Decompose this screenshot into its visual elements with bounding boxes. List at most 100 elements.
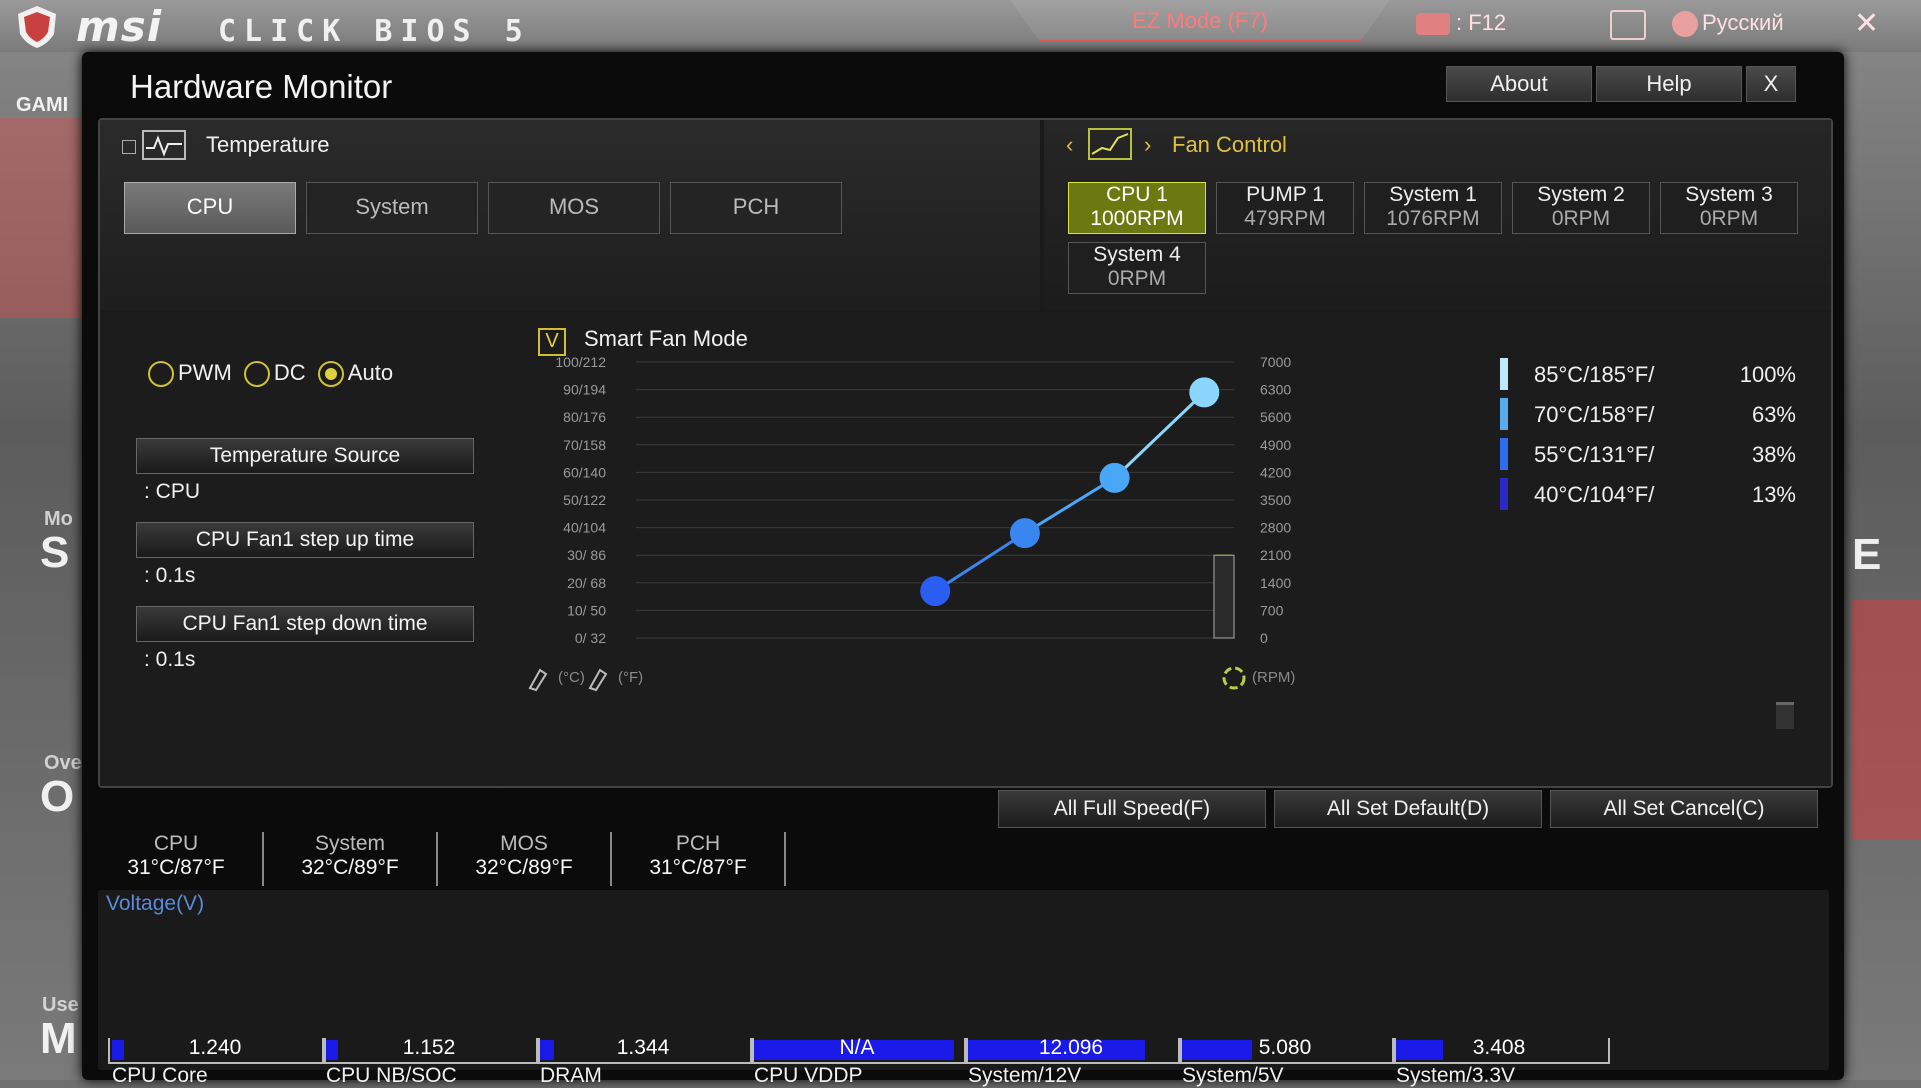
curve-point[interactable] bbox=[1009, 518, 1040, 549]
y-right-tick-label: 0 bbox=[1260, 630, 1268, 646]
language-button[interactable]: Русский bbox=[1672, 10, 1784, 38]
meter-name: CPU Core bbox=[112, 1064, 208, 1087]
fan-cpu1-button[interactable]: CPU 1 1000RPM bbox=[1068, 182, 1206, 234]
y-left-tick-label: 80/176 bbox=[563, 409, 606, 425]
y-right-tick-label: 1400 bbox=[1260, 575, 1291, 591]
fan-name: CPU 1 bbox=[1106, 183, 1168, 206]
temperature-label: Temperature bbox=[206, 132, 330, 157]
search-button[interactable] bbox=[1610, 10, 1646, 40]
voltage-panel: Voltage(V) 1.240 CPU Core 1.152 CPU NB/SOC… bbox=[98, 890, 1829, 1087]
temperature-source-button[interactable]: Temperature Source bbox=[136, 438, 474, 474]
y-left-tick-label: 0/ 32 bbox=[575, 630, 606, 646]
temp-summary-name: CPU bbox=[153, 832, 199, 855]
all-full-speed-button[interactable]: All Full Speed(F) bbox=[998, 790, 1266, 828]
rpm-level-frame bbox=[1213, 554, 1235, 639]
divider bbox=[262, 832, 264, 886]
bios-close-button[interactable]: ✕ bbox=[1854, 6, 1879, 41]
pwm-radio[interactable]: PWM bbox=[148, 360, 232, 388]
language-label: Русский bbox=[1702, 10, 1784, 35]
about-button[interactable]: About bbox=[1446, 66, 1592, 102]
help-button[interactable]: Help bbox=[1596, 66, 1742, 102]
thermometer-celsius-icon bbox=[528, 668, 548, 692]
screenshot-button[interactable]: : F12 bbox=[1416, 10, 1506, 36]
temp-summary-value: 32°C/89°F bbox=[475, 856, 573, 879]
globe-icon bbox=[1672, 11, 1698, 38]
fan-system4-button[interactable]: System 4 0RPM bbox=[1068, 242, 1206, 294]
monitor-panel: Temperature CPU System MOS PCH ‹ › Fan C… bbox=[98, 118, 1833, 788]
meter-value: 1.240 bbox=[188, 1036, 242, 1059]
dc-radio[interactable]: DC bbox=[243, 360, 306, 388]
msi-logo-text: msi bbox=[76, 2, 163, 51]
fan-system3-button[interactable]: System 3 0RPM bbox=[1660, 182, 1798, 234]
temp-summary-pch: PCH 31°C/87°F bbox=[613, 832, 783, 880]
curve-segment bbox=[1024, 476, 1116, 535]
fan-system1-button[interactable]: System 1 1076RPM bbox=[1364, 182, 1502, 234]
fan-rpm: 0RPM bbox=[1551, 207, 1611, 230]
legend-pct: 100% bbox=[1739, 362, 1796, 387]
ez-mode-button[interactable]: EZ Mode (F7) bbox=[1010, 0, 1390, 42]
chevron-left-icon[interactable]: ‹ bbox=[1066, 132, 1073, 158]
y-right-tick-label: 4900 bbox=[1260, 437, 1291, 453]
tab-cpu[interactable]: CPU bbox=[124, 182, 296, 234]
legend-temp: 85°C/185°F/ bbox=[1534, 362, 1655, 387]
legend-swatch bbox=[1500, 398, 1508, 430]
legend-row-55: 55°C/131°F/38% bbox=[1500, 438, 1796, 470]
auto-label: Auto bbox=[347, 360, 394, 385]
radio-circle bbox=[243, 361, 270, 388]
curve-point[interactable] bbox=[1189, 377, 1220, 408]
background-panel-left bbox=[0, 118, 82, 318]
legend-temp: 55°C/131°F/ bbox=[1534, 442, 1655, 467]
chevron-right-icon[interactable]: › bbox=[1144, 132, 1151, 158]
y-right-tick-label: 4200 bbox=[1260, 464, 1291, 480]
fan-system2-button[interactable]: System 2 0RPM bbox=[1512, 182, 1650, 234]
fan-pump1-button[interactable]: PUMP 1 479RPM bbox=[1216, 182, 1354, 234]
auto-radio[interactable]: Auto bbox=[317, 360, 394, 388]
legend-temp: 40°C/104°F/ bbox=[1534, 482, 1655, 507]
tab-mos[interactable]: MOS bbox=[488, 182, 660, 234]
step-up-time-button[interactable]: CPU Fan1 step up time bbox=[136, 522, 474, 558]
dc-label: DC bbox=[273, 360, 306, 385]
bios-name: CLICK BIOS 5 bbox=[218, 14, 531, 49]
legend-pct: 63% bbox=[1751, 402, 1796, 427]
temp-summary-value: 31°C/87°F bbox=[127, 856, 225, 879]
temperature-source-value: : CPU bbox=[144, 480, 201, 503]
step-down-time-button[interactable]: CPU Fan1 step down time bbox=[136, 606, 474, 642]
radio-circle-selected bbox=[317, 361, 344, 388]
y-left-tick-label: 10/ 50 bbox=[567, 602, 606, 618]
smart-fan-label: Smart Fan Mode bbox=[584, 326, 748, 351]
legend-swatch bbox=[1500, 358, 1508, 390]
temp-summary-system: System 32°C/89°F bbox=[265, 832, 435, 880]
bg-text-game: GAMI bbox=[16, 94, 69, 116]
temperature-graph-icon bbox=[142, 130, 186, 160]
all-set-default-button[interactable]: All Set Default(D) bbox=[1274, 790, 1542, 828]
msi-dragon-shield-icon bbox=[18, 6, 56, 48]
temp-summary-cpu: CPU 31°C/87°F bbox=[91, 832, 261, 880]
meter-name: System/12V bbox=[968, 1064, 1082, 1087]
y-left-tick-label: 70/158 bbox=[563, 437, 606, 453]
close-icon: ✕ bbox=[1854, 7, 1880, 40]
curve-point[interactable] bbox=[920, 576, 951, 607]
legend-temp: 70°C/158°F/ bbox=[1534, 402, 1655, 427]
temp-summary-value: 31°C/87°F bbox=[649, 856, 747, 879]
collapse-icon[interactable] bbox=[122, 140, 136, 154]
fahrenheit-unit-label: (°F) bbox=[618, 669, 643, 686]
y-right-tick-label: 2100 bbox=[1260, 547, 1291, 563]
tab-system[interactable]: System bbox=[306, 182, 478, 234]
fan-curve-chart[interactable]: 100/212 700090/194 630080/176 560070/158 490… bbox=[500, 352, 1500, 752]
close-button[interactable]: X bbox=[1746, 66, 1796, 102]
fan-rpm: 1000RPM bbox=[1090, 207, 1184, 230]
all-set-cancel-button[interactable]: All Set Cancel(C) bbox=[1550, 790, 1818, 828]
legend-pct: 38% bbox=[1751, 442, 1796, 467]
legend-swatch bbox=[1500, 478, 1508, 510]
temp-summary-value: 32°C/89°F bbox=[301, 856, 399, 879]
y-left-tick-label: 60/140 bbox=[563, 464, 606, 480]
fan-name: System 2 bbox=[1537, 183, 1625, 206]
tab-pch[interactable]: PCH bbox=[670, 182, 842, 234]
meter-name: DRAM bbox=[540, 1064, 602, 1087]
meter-value: 12.096 bbox=[1038, 1036, 1104, 1059]
divider bbox=[436, 832, 438, 886]
temp-summary-name: MOS bbox=[500, 832, 548, 855]
curve-point[interactable] bbox=[1099, 462, 1130, 493]
y-right-tick-label: 7000 bbox=[1260, 354, 1291, 370]
legend-row-70: 70°C/158°F/63% bbox=[1500, 398, 1796, 430]
